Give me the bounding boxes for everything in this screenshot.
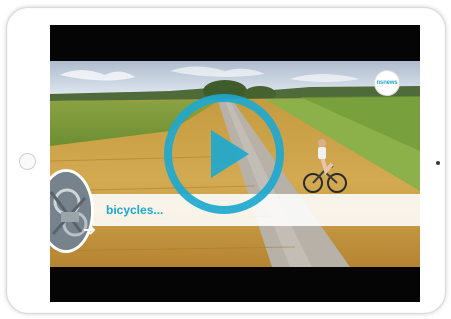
play-icon[interactable] — [162, 92, 286, 216]
home-button[interactable] — [19, 153, 36, 170]
camera-dot — [436, 161, 440, 165]
video-caption: bicycles... — [106, 203, 164, 217]
arrow-right-icon — [84, 225, 96, 235]
channel-logo: nsnews — [374, 70, 400, 96]
logo-text: nsnews — [376, 80, 398, 86]
video-player[interactable]: nsnews bicycles... — [50, 25, 420, 302]
